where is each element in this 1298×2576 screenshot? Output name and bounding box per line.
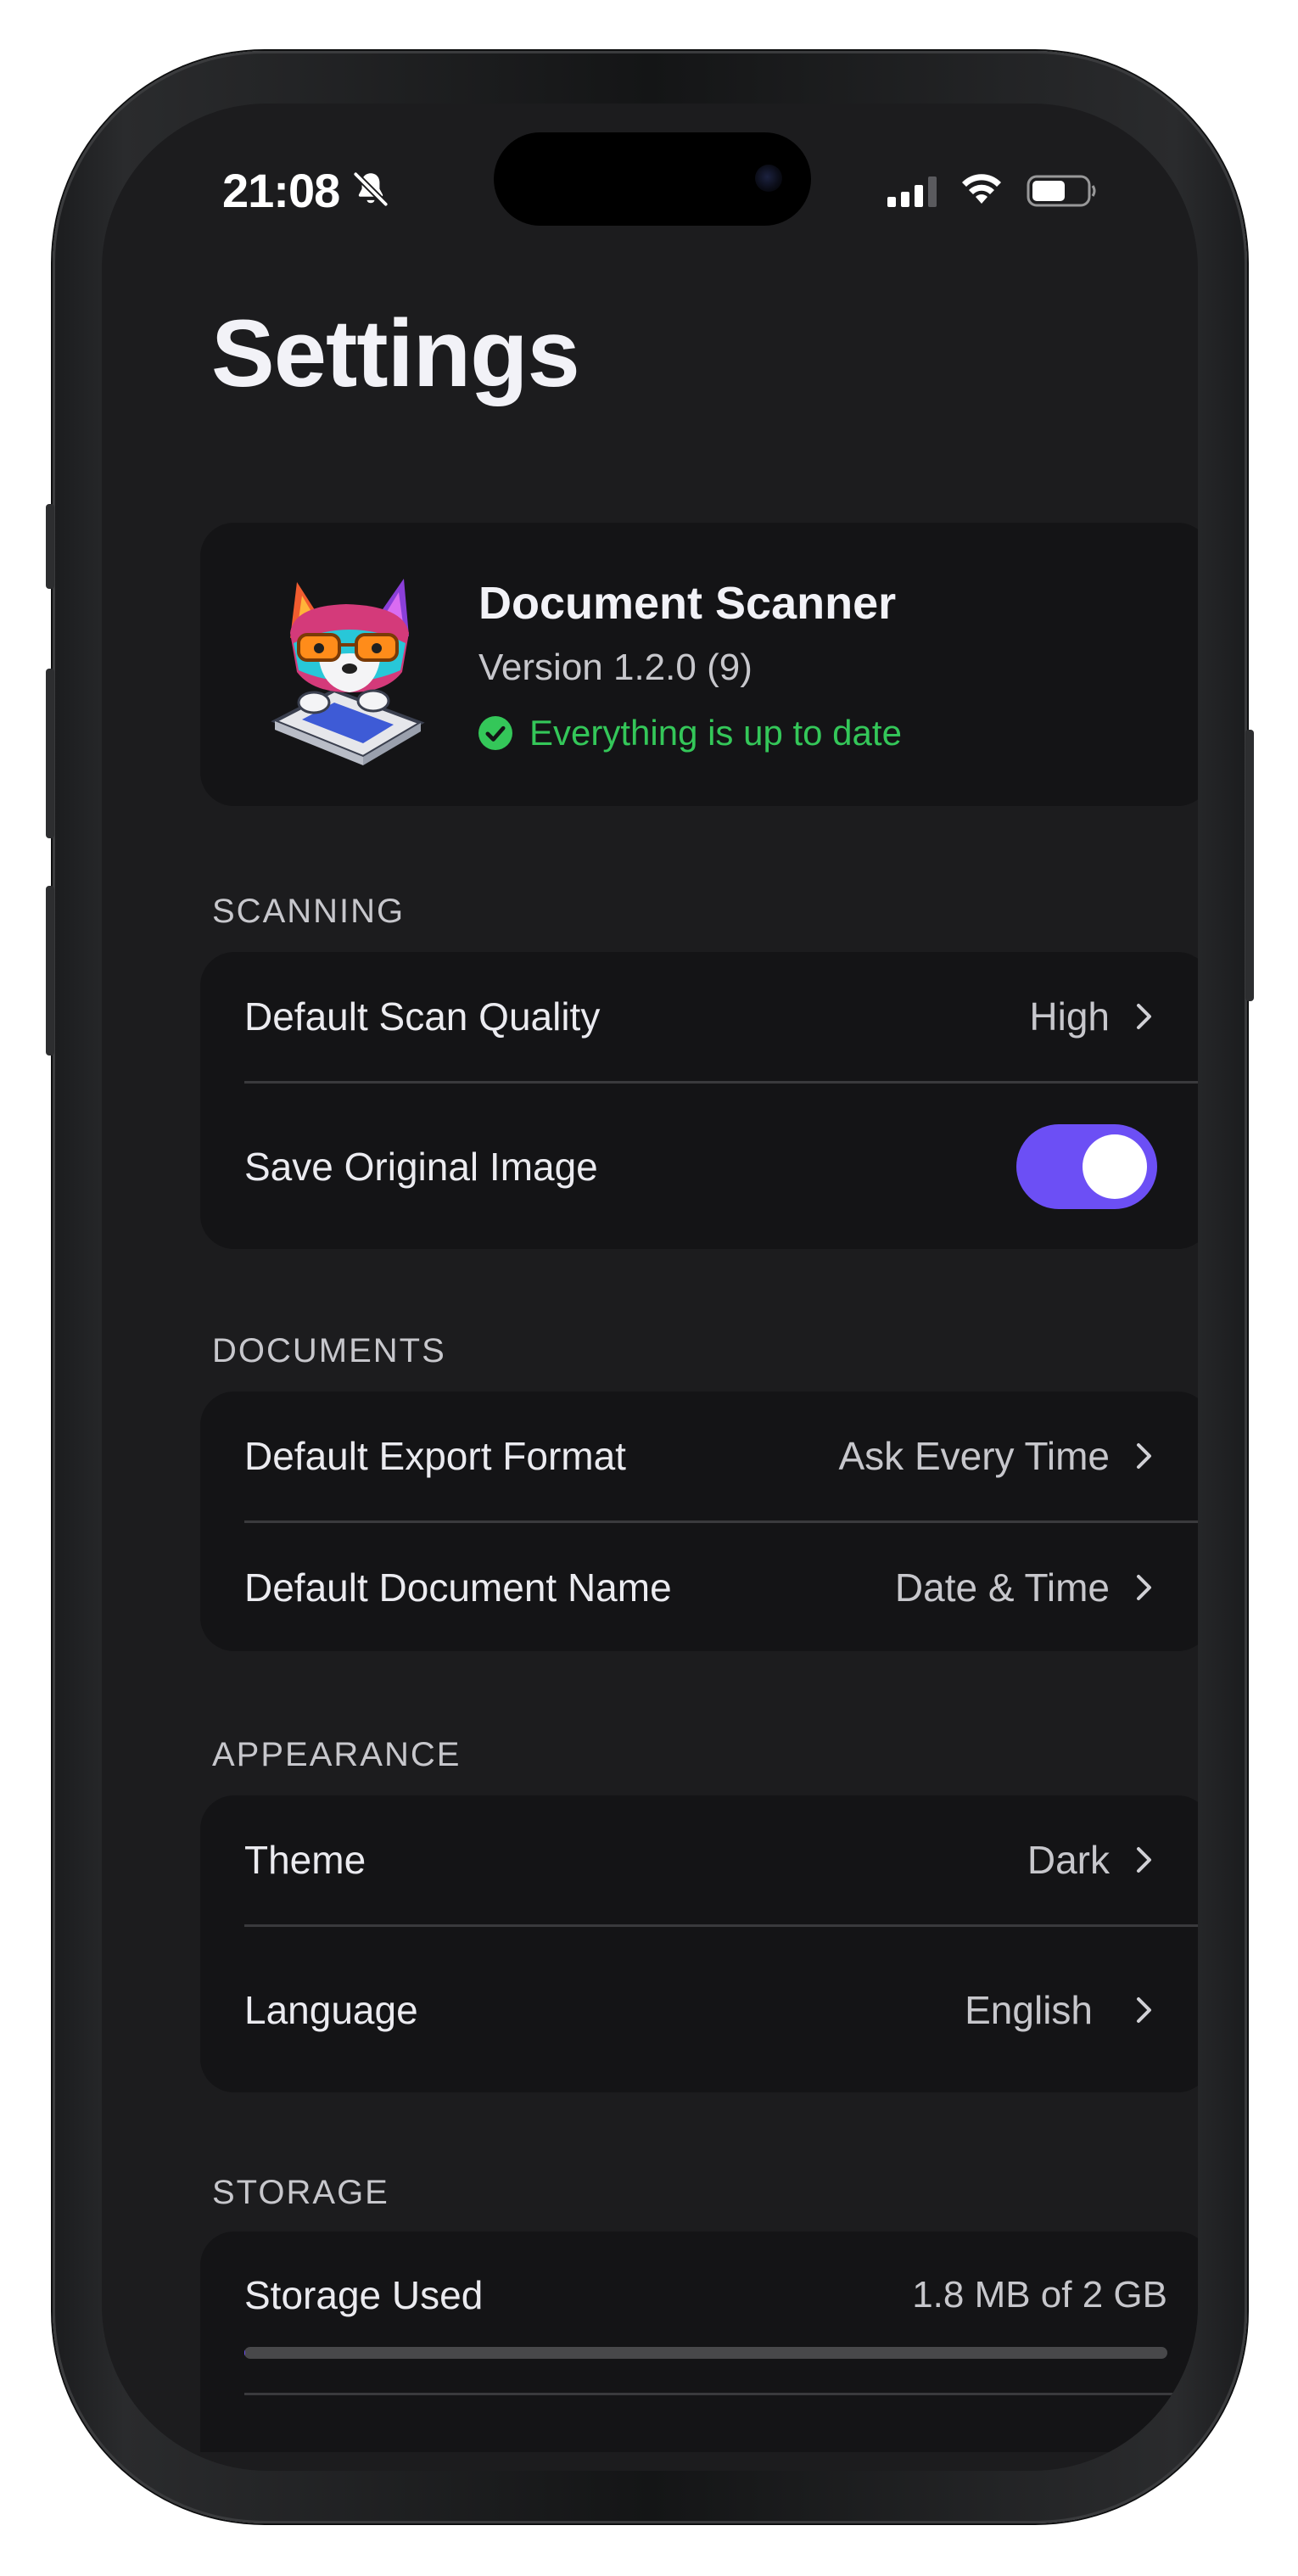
scan-quality-label: Default Scan Quality [244,994,601,1039]
save-original-row: Save Original Image [200,1084,1198,1249]
section-header-appearance: APPEARANCE [212,1736,462,1773]
save-original-toggle[interactable] [1016,1123,1157,1209]
chevron-right-icon [1137,1443,1151,1469]
power-button [1245,730,1254,1001]
camera-icon [755,165,782,192]
save-original-label: Save Original Image [244,1144,598,1189]
battery-icon [1027,175,1096,207]
language-row[interactable]: Language English [200,1927,1198,2092]
dynamic-island [494,132,811,226]
theme-value: Dark [1027,1838,1110,1882]
action-button [46,504,54,589]
app-name: Document Scanner [478,578,897,629]
section-header-storage: STORAGE [212,2174,389,2211]
app-info-card: Document Scanner Version 1.2.0 (9) Every… [200,523,1198,806]
language-label: Language [244,1987,418,2032]
document-name-value: Date & Time [894,1565,1110,1610]
storage-used-value: 1.8 MB of 2 GB [912,2274,1167,2316]
status-time: 21:08 [222,164,340,217]
chevron-right-icon [1137,1847,1151,1873]
chevron-right-icon [1137,1574,1151,1600]
document-name-label: Default Document Name [244,1565,672,1610]
check-circle-icon [478,716,512,750]
update-status-text: Everything is up to date [529,713,902,753]
theme-row[interactable]: Theme Dark [200,1795,1198,1924]
chevron-right-icon [1137,1996,1151,2023]
page-title: Settings [211,300,580,406]
storage-card: Storage Used 1.8 MB of 2 GB [200,2232,1198,2452]
section-header-documents: DOCUMENTS [212,1332,446,1369]
volume-up-button [46,669,54,838]
theme-label: Theme [244,1838,366,1882]
divider [244,2393,1198,2395]
document-name-row[interactable]: Default Document Name Date & Time [200,1523,1198,1651]
phone-frame: 21:08 Settings Document Scanner Version … [46,51,1254,2523]
scanning-card: Default Scan Quality High Save Original … [200,952,1198,1249]
section-header-scanning: SCANNING [212,893,406,930]
update-status: Everything is up to date [478,713,902,753]
wifi-icon [962,174,1001,204]
screen: 21:08 Settings Document Scanner Version … [102,104,1198,2471]
export-format-value: Ask Every Time [838,1434,1110,1478]
storage-used-label: Storage Used [244,2273,484,2317]
toggle-knob [1083,1134,1147,1199]
bell-slash-icon [353,171,389,207]
chevron-right-icon [1137,1004,1151,1029]
documents-card: Default Export Format Ask Every Time Def… [200,1392,1198,1651]
volume-down-button [46,886,54,1056]
storage-progress-bar [244,2347,1167,2359]
signal-icon [887,176,940,207]
language-value: English [965,1987,1093,2032]
app-logo [271,579,425,765]
app-version: Version 1.2.0 (9) [478,647,753,688]
export-format-label: Default Export Format [244,1434,626,1478]
scan-quality-row[interactable]: Default Scan Quality High [200,952,1198,1081]
storage-used-row: Storage Used 1.8 MB of 2 GB [200,2232,1198,2359]
export-format-row[interactable]: Default Export Format Ask Every Time [200,1392,1198,1520]
scan-quality-value: High [1029,994,1110,1039]
appearance-card: Theme Dark Language English [200,1795,1198,2092]
